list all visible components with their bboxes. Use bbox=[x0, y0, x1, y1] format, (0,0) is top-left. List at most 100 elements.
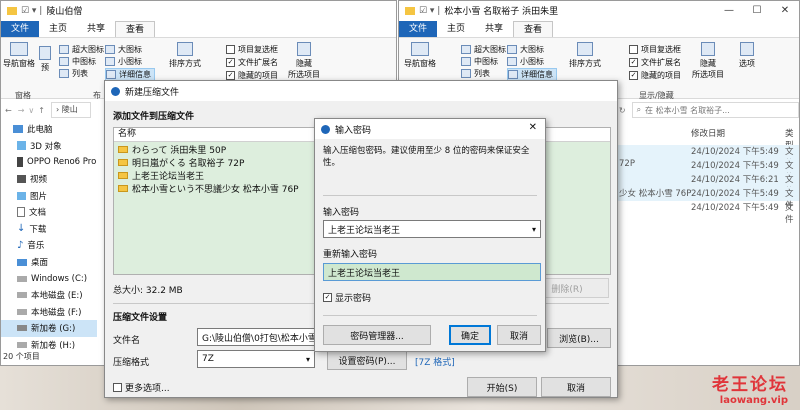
sort-label: 排序方式 bbox=[569, 59, 601, 68]
tree-item[interactable]: ♪ 音乐 bbox=[1, 237, 97, 254]
tree-item-label: 新加卷 (G:) bbox=[31, 324, 76, 335]
layout-small[interactable]: 小图标 bbox=[105, 56, 142, 67]
cancel-button[interactable]: 取消 bbox=[497, 325, 541, 345]
tree-item[interactable]: 3D 对象 bbox=[1, 138, 97, 155]
tab-share[interactable]: 共享 bbox=[475, 21, 513, 37]
hide-selected-label: 所选项目 bbox=[692, 70, 724, 79]
back-icon[interactable]: ← bbox=[5, 106, 12, 115]
tree-item[interactable]: 本地磁盘 (F:) bbox=[1, 304, 97, 321]
forward-icon[interactable]: → bbox=[18, 106, 25, 115]
more-options-label: 更多选项... bbox=[125, 384, 170, 394]
tree-item[interactable]: 桌面 bbox=[1, 254, 97, 271]
tree-item[interactable]: 本地磁盘 (E:) bbox=[1, 287, 97, 304]
item-type: 文件 bbox=[785, 203, 794, 225]
nav-pane-button[interactable]: 导航窗格 bbox=[3, 42, 35, 69]
tree-item[interactable]: 视频 bbox=[1, 171, 97, 188]
tree-item-label: 本地磁盘 (E:) bbox=[31, 291, 83, 302]
drive-icon bbox=[17, 308, 27, 315]
hide-selected-button[interactable]: 隐藏 所选项目 bbox=[692, 42, 724, 80]
dialog-title-bar: 输入密码 ✕ bbox=[315, 119, 545, 139]
tree-item-label: Windows (C:) bbox=[31, 273, 88, 284]
options-button[interactable]: 选项 bbox=[733, 42, 761, 69]
more-options-toggle[interactable]: 更多选项... bbox=[113, 381, 170, 394]
layout-large[interactable]: 大图标 bbox=[507, 44, 544, 55]
sort-button[interactable]: 排序方式 bbox=[167, 42, 203, 69]
title-bar: ☑ ▾ | 陵山伯僧 bbox=[1, 1, 396, 20]
tree-item-this-pc[interactable]: 此电脑 bbox=[1, 121, 97, 138]
layout-medium[interactable]: 中图标 bbox=[461, 56, 498, 67]
preview-pane-button[interactable]: 预 bbox=[37, 46, 53, 73]
file-ext-toggle[interactable]: ✓ 文件扩展名 bbox=[629, 57, 681, 68]
password-manager-button[interactable]: 密码管理器... bbox=[323, 325, 431, 345]
checkmark-icon: ✓ bbox=[629, 58, 638, 67]
tab-file[interactable]: 文件 bbox=[1, 21, 40, 37]
layout-list[interactable]: 列表 bbox=[461, 68, 490, 79]
tree-item[interactable]: 文档 bbox=[1, 204, 97, 221]
tree-item[interactable]: Windows (C:) bbox=[1, 270, 97, 287]
dropdown-icon[interactable]: ∨ bbox=[28, 106, 34, 115]
folder-icon bbox=[118, 172, 128, 179]
nav-pane-label: 导航窗格 bbox=[404, 59, 436, 68]
show-password-toggle[interactable]: ✓ 显示密码 bbox=[323, 291, 371, 304]
reenter-password-input[interactable]: 上老王论坛当老王 bbox=[323, 263, 541, 281]
format-link[interactable]: [7Z 格式] bbox=[415, 355, 455, 368]
tree-item-label: 视频 bbox=[30, 175, 48, 186]
up-icon[interactable]: ↑ bbox=[38, 106, 45, 115]
tab-file[interactable]: 文件 bbox=[399, 21, 438, 37]
3d-objects-icon bbox=[17, 141, 26, 151]
hidden-items-toggle[interactable]: ✓ 隐藏的项目 bbox=[629, 70, 681, 81]
tab-share[interactable]: 共享 bbox=[77, 21, 115, 37]
browse-button[interactable]: 浏览(B)... bbox=[547, 328, 611, 348]
nav-pane-button[interactable]: 导航窗格 bbox=[403, 42, 437, 69]
minimize-icon[interactable]: — bbox=[715, 1, 743, 20]
file-ext-toggle[interactable]: ✓ 文件扩展名 bbox=[226, 57, 278, 68]
tab-view[interactable]: 查看 bbox=[513, 21, 554, 37]
dialog-title-bar: 新建压缩文件 bbox=[105, 81, 617, 101]
address-bar[interactable]: › 陵山 bbox=[50, 102, 91, 118]
column-name[interactable]: 名称 bbox=[118, 129, 136, 139]
item-checkbox-toggle[interactable]: 项目复选框 bbox=[226, 44, 278, 55]
layout-medium[interactable]: 中图标 bbox=[59, 56, 96, 67]
folder-icon bbox=[118, 146, 128, 153]
filename-input[interactable]: G:\陵山伯僧\0打包\松本小雪 名 bbox=[197, 328, 317, 346]
close-icon[interactable]: ✕ bbox=[529, 122, 537, 133]
window-title: 陵山伯僧 bbox=[46, 7, 83, 17]
layout-label: 列表 bbox=[474, 69, 490, 78]
format-select[interactable]: 7Z ▾ bbox=[197, 350, 315, 368]
tree-item[interactable]: ↓ 下载 bbox=[1, 221, 97, 238]
set-password-button[interactable]: 设置密码(P)... bbox=[327, 350, 407, 370]
hide-selected-button[interactable]: 隐藏 所选项目 bbox=[288, 42, 320, 80]
close-icon[interactable]: ✕ bbox=[771, 1, 799, 20]
layout-icon bbox=[59, 57, 69, 66]
tree-item[interactable]: 图片 bbox=[1, 187, 97, 204]
search-box[interactable]: ⌕ 在 松本小雪 名取裕子... bbox=[631, 102, 799, 118]
app-icon bbox=[321, 124, 330, 134]
sort-button[interactable]: 排序方式 bbox=[567, 42, 603, 69]
checkmark-icon: ✓ bbox=[226, 71, 235, 80]
cancel-button[interactable]: 取消 bbox=[541, 377, 611, 397]
checkmark-icon: ✓ bbox=[629, 71, 638, 80]
quick-access-icons[interactable]: ☑ ▾ | bbox=[419, 6, 440, 16]
layout-large[interactable]: 大图标 bbox=[105, 44, 142, 55]
maximize-icon[interactable]: ☐ bbox=[743, 1, 771, 20]
ok-button[interactable]: 确定 bbox=[449, 325, 491, 345]
layout-list[interactable]: 列表 bbox=[59, 68, 88, 79]
item-date: 24/10/2024 下午5:49 bbox=[691, 147, 779, 157]
quick-access-icons[interactable]: ☑ ▾ | bbox=[21, 6, 42, 16]
tree-item-label: 音乐 bbox=[27, 241, 45, 252]
layout-extra-large[interactable]: 超大图标 bbox=[461, 44, 506, 55]
tab-home[interactable]: 主页 bbox=[437, 21, 475, 37]
item-checkbox-toggle[interactable]: 项目复选框 bbox=[629, 44, 681, 55]
total-size: 总大小: 32.2 MB bbox=[113, 286, 183, 296]
column-date[interactable]: 修改日期 bbox=[691, 127, 725, 139]
layout-extra-large[interactable]: 超大图标 bbox=[59, 44, 104, 55]
enter-password-input[interactable]: 上老王论坛当老王 ▾ bbox=[323, 220, 541, 238]
tab-home[interactable]: 主页 bbox=[39, 21, 77, 37]
password-dialog: 输入密码 ✕ 输入压缩包密码。建议使用至少 8 位的密码来保证安全性。 输入密码… bbox=[314, 118, 546, 352]
layout-small[interactable]: 小图标 bbox=[507, 56, 544, 67]
start-button[interactable]: 开始(S) bbox=[467, 377, 537, 397]
tab-view[interactable]: 查看 bbox=[115, 21, 156, 37]
refresh-icon[interactable]: ↻ bbox=[619, 106, 626, 115]
tree-item[interactable]: OPPO Reno6 Pro bbox=[1, 154, 97, 171]
tree-item-selected[interactable]: 新加卷 (G:) bbox=[1, 320, 97, 337]
